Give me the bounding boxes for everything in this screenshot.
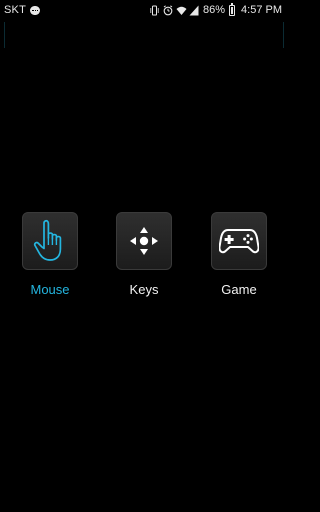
wifi-icon — [176, 5, 187, 16]
game-mode-label: Game — [221, 282, 257, 297]
battery-percent: 86% — [203, 4, 226, 16]
alarm-icon — [163, 5, 173, 16]
app-screen: SKT 86% 4:57 PM Mouse Keys Game — [0, 0, 288, 512]
clock: 4:57 PM — [241, 4, 282, 16]
status-right: 86% 4:57 PM — [150, 0, 282, 21]
signal-icon — [189, 5, 199, 16]
game-mode-button[interactable]: Game — [201, 212, 277, 302]
gamepad-icon — [219, 229, 259, 254]
battery-icon — [229, 3, 236, 16]
mode-selector: Mouse Keys Game — [0, 212, 288, 302]
keys-mode-tile[interactable] — [116, 212, 172, 270]
carrier-label: SKT — [4, 4, 26, 16]
keys-mode-button[interactable]: Keys — [106, 212, 182, 302]
top-frame-divider — [4, 22, 284, 48]
game-mode-tile[interactable] — [211, 212, 267, 270]
mouse-mode-label: Mouse — [30, 282, 70, 297]
mouse-mode-tile[interactable] — [22, 212, 78, 270]
status-bar: SKT 86% 4:57 PM — [0, 0, 288, 21]
mouse-mode-button[interactable]: Mouse — [12, 212, 88, 302]
dpad-icon — [130, 227, 158, 255]
message-notification-icon — [30, 6, 40, 15]
hand-pointer-icon — [33, 219, 62, 261]
status-left: SKT — [4, 0, 40, 21]
keys-mode-label: Keys — [129, 282, 159, 297]
vibrate-icon — [150, 5, 159, 16]
